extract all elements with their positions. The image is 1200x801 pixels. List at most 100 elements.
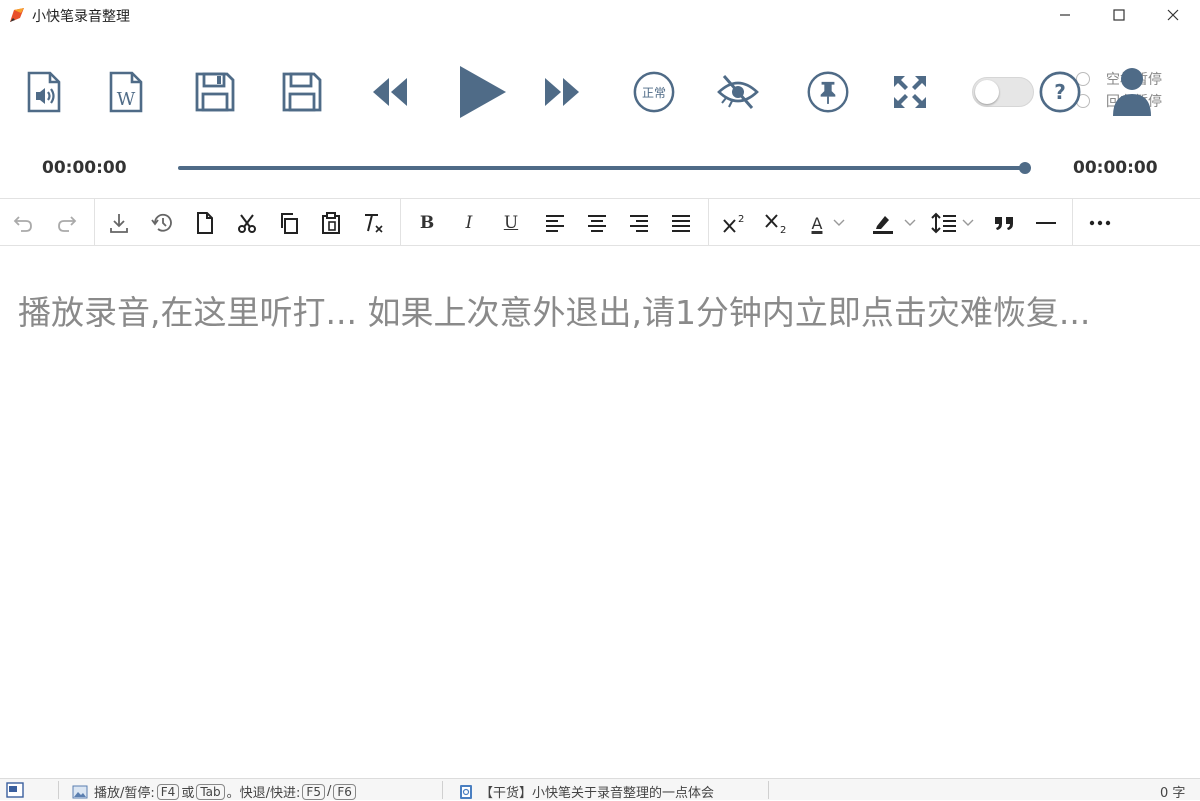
close-button[interactable]: [1150, 0, 1196, 30]
download-button[interactable]: [106, 207, 132, 239]
save-button[interactable]: [193, 70, 237, 114]
undo-icon: [13, 216, 32, 232]
close-icon: [1167, 9, 1179, 21]
quote-button[interactable]: [990, 207, 1018, 239]
time-total: 00:00:00: [1073, 158, 1158, 178]
document-status-icon: [6, 782, 24, 798]
editor-toolbar: B I U 2 2 A: [0, 198, 1200, 246]
progress-handle[interactable]: [1019, 162, 1031, 174]
highlight-button[interactable]: [868, 207, 920, 239]
undo-button[interactable]: [10, 207, 36, 239]
italic-button[interactable]: I: [456, 207, 482, 239]
bold-button[interactable]: B: [414, 207, 440, 239]
window-title: 小快笔录音整理: [32, 9, 130, 25]
auto-toggle[interactable]: [972, 77, 1034, 107]
user-avatar-icon[interactable]: [1110, 66, 1154, 118]
download-icon: [110, 214, 128, 233]
line-height-button[interactable]: [928, 207, 978, 239]
paste-icon: [322, 212, 340, 234]
italic-icon: I: [465, 213, 473, 233]
editor-area[interactable]: 播放录音,在这里听打... 如果上次意外退出,请1分钟内立即点击灾难恢复...: [0, 246, 1200, 778]
audio-file-icon: [27, 71, 61, 113]
copy-button[interactable]: [276, 207, 302, 239]
align-right-button[interactable]: [626, 207, 652, 239]
svg-text:2: 2: [738, 214, 744, 225]
align-right-icon: [630, 215, 648, 232]
editor-placeholder: 播放录音,在这里听打... 如果上次意外退出,请1分钟内立即点击灾难恢复...: [18, 293, 1091, 332]
notebook-icon: [460, 784, 472, 799]
fast-forward-icon: [545, 78, 579, 106]
play-button[interactable]: [454, 62, 510, 122]
highlight-icon: [873, 216, 893, 234]
new-document-button[interactable]: [192, 207, 218, 239]
article-link[interactable]: 【干货】小快笔关于录音整理的一点体会: [458, 782, 714, 801]
svg-text:W: W: [117, 89, 136, 110]
horizontal-rule-button[interactable]: [1032, 207, 1060, 239]
cut-button[interactable]: [234, 207, 260, 239]
status-bar: 播放/暂停: F4 或 Tab 。快退/快进: F5 / F6 【干货】小快笔关…: [0, 778, 1200, 801]
open-audio-button[interactable]: [22, 70, 66, 114]
help-button[interactable]: ?: [1038, 70, 1082, 114]
bold-icon: B: [419, 213, 435, 233]
underline-button[interactable]: U: [498, 207, 524, 239]
status-doc-button[interactable]: [6, 782, 24, 798]
history-button[interactable]: [148, 207, 176, 239]
align-center-icon: [588, 215, 606, 232]
rewind-icon: [373, 78, 407, 106]
line-height-icon: [931, 212, 956, 234]
superscript-button[interactable]: 2: [720, 207, 750, 239]
minimize-button[interactable]: [1042, 0, 1088, 30]
or-text: 或: [181, 786, 195, 801]
fast-forward-button[interactable]: [540, 70, 584, 114]
fullscreen-icon: [894, 76, 926, 108]
align-justify-button[interactable]: [668, 207, 694, 239]
key-f4: F4: [156, 783, 180, 800]
toolbar-divider: [1072, 199, 1073, 245]
play-icon: [460, 66, 506, 118]
superscript-icon: 2: [723, 214, 744, 233]
open-word-button[interactable]: W: [104, 70, 148, 114]
word-file-icon: W: [109, 71, 143, 113]
clear-format-button[interactable]: [360, 207, 388, 239]
speed-button[interactable]: 正常: [632, 70, 676, 114]
toolbar-divider: [400, 199, 401, 245]
shortcut-label: 播放/暂停:: [94, 786, 155, 801]
maximize-icon: [1113, 9, 1125, 21]
progress-track[interactable]: [178, 166, 1026, 170]
slash-text: /: [326, 784, 332, 799]
font-color-button[interactable]: A: [804, 207, 854, 239]
word-count: 0 字: [1160, 782, 1185, 801]
hide-button[interactable]: [716, 70, 760, 114]
toolbar-divider: [94, 199, 95, 245]
article-link-text: 【干货】小快笔关于录音整理的一点体会: [480, 786, 715, 801]
paste-button[interactable]: [318, 207, 344, 239]
redo-icon: [58, 216, 77, 232]
save-as-button[interactable]: [280, 70, 324, 114]
status-divider: [58, 781, 59, 799]
chevron-down-icon: [833, 219, 845, 226]
key-f6: F6: [333, 783, 356, 800]
align-justify-icon: [672, 215, 690, 232]
word-count-text: 0 字: [1160, 786, 1186, 801]
font-color-icon: A: [811, 213, 823, 233]
minimize-icon: [1060, 14, 1070, 16]
underline-icon: U: [503, 213, 519, 233]
copy-icon: [281, 213, 298, 234]
history-icon: [151, 213, 172, 232]
redo-button[interactable]: [54, 207, 80, 239]
fullscreen-button[interactable]: [888, 70, 932, 114]
rewind-button[interactable]: [368, 70, 412, 114]
more-button[interactable]: [1086, 207, 1114, 239]
help-label: ?: [1054, 80, 1066, 104]
maximize-button[interactable]: [1096, 0, 1142, 30]
horizontal-rule-icon: [1036, 222, 1056, 224]
time-elapsed: 00:00:00: [42, 158, 127, 178]
subscript-button[interactable]: 2: [762, 207, 792, 239]
align-left-button[interactable]: [542, 207, 568, 239]
image-icon: [72, 785, 88, 798]
new-document-icon: [197, 212, 213, 234]
align-center-button[interactable]: [584, 207, 610, 239]
save-icon: [195, 72, 235, 112]
pin-button[interactable]: [806, 70, 850, 114]
chevron-down-icon: [962, 219, 974, 226]
